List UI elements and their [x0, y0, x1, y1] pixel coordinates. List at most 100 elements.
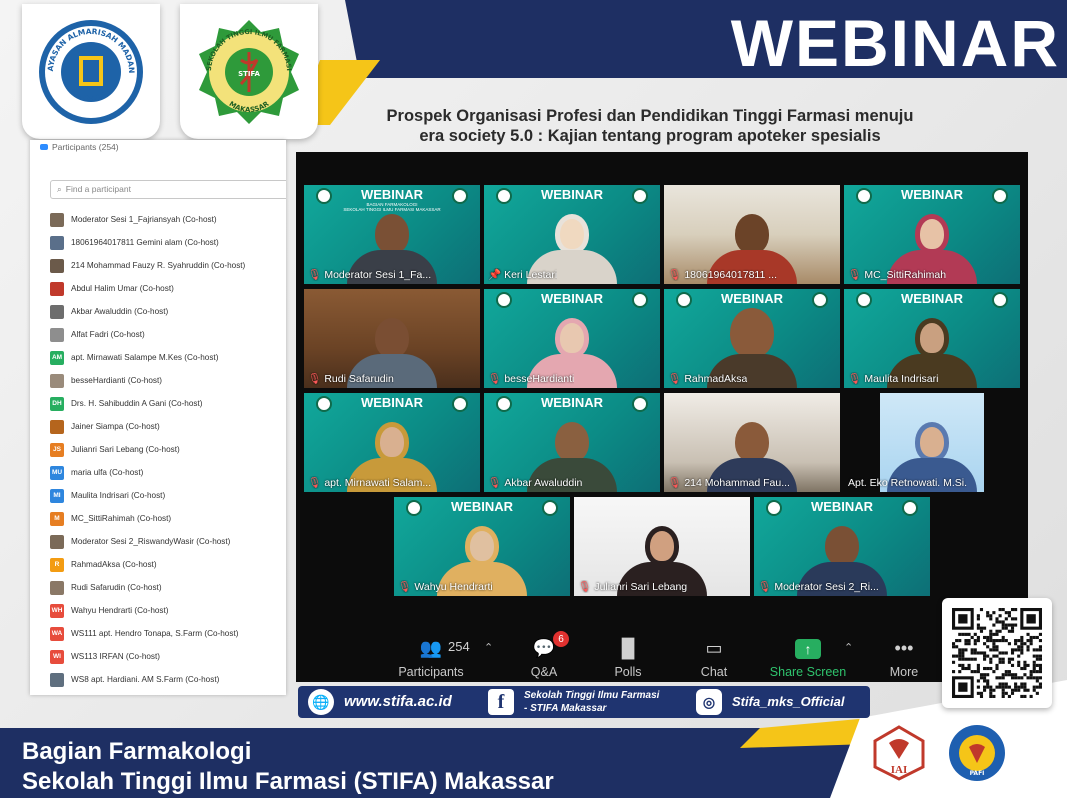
participant-avatar [50, 419, 64, 434]
video-tile-maulita-indrisari[interactable]: WEBINAR 🎙 Maulita Indrisari [844, 289, 1020, 388]
tile-name: apt. Mirnawati Salam... [324, 477, 432, 489]
participant-name: maria ulfa (Co-host) [71, 468, 144, 477]
participant-row[interactable]: 18061964017811 Gemini alam (Co-host) [50, 231, 286, 254]
participant-row[interactable]: M MC_SittiRahimah (Co-host) [50, 507, 286, 530]
tile-name-label: 🎙 Moderator Sesi 2_Ri... [758, 580, 879, 593]
video-tile-rahmadaksa[interactable]: WEBINAR 🎙 RahmadAksa [664, 289, 840, 388]
video-tile-mc-sittirahimah[interactable]: WEBINAR 🎙 MC_SittiRahimah [844, 185, 1020, 284]
banner-line2: SEKOLAH TINGGI ILMU FARMASI MAKASSAR [343, 207, 441, 212]
participant-row[interactable]: JS Julianri Sari Lebang (Co-host) [50, 438, 286, 461]
chat-button[interactable]: ▭ Chat [696, 635, 732, 679]
video-tile-moderator-2[interactable]: WEBINAR 🎙 Moderator Sesi 2_Ri... [754, 497, 930, 596]
participant-name: apt. Mirnawati Salampe M.Kes (Co-host) [71, 353, 219, 362]
participant-row[interactable]: DH Drs. H. Sahibuddin A Gani (Co-host) [50, 392, 286, 415]
participant-row[interactable]: 214 Mohammad Fauzy R. Syahruddin (Co-hos… [50, 254, 286, 277]
iai-logo: IAI [868, 722, 930, 784]
tile-name: Julianri Sari Lebang [594, 581, 688, 593]
participant-name: Rudi Safarudin (Co-host) [71, 583, 162, 592]
video-tile-rudi-safarudin[interactable]: 🎙 Rudi Safarudin [304, 289, 480, 388]
tile-name-label: 🎙 apt. Mirnawati Salam... [308, 476, 431, 489]
participant-row[interactable]: MI Maulita Indrisari (Co-host) [50, 484, 286, 507]
tile-name-label: 🎙 RahmadAksa [668, 372, 747, 385]
tile-name: 214 Mohammad Fau... [684, 477, 790, 489]
participant-name: 18061964017811 Gemini alam (Co-host) [71, 238, 219, 247]
participant-avatar: DH [50, 396, 64, 411]
video-tile-moderator-1[interactable]: WEBINAR BAGIAN FARMAKOLOGI SEKOLAH TINGGI… [304, 185, 480, 284]
participant-row[interactable]: Abdul Halim Umar (Co-host) [50, 277, 286, 300]
facebook-link[interactable]: Sekolah Tinggi Ilmu Farmasi - STIFA Maka… [524, 689, 659, 715]
video-tile-bessehardianti[interactable]: WEBINAR 🎙 besseHardianti [484, 289, 660, 388]
tile-name: 18061964017811 ... [684, 269, 777, 281]
participant-avatar [50, 580, 64, 595]
video-tile-eko-retnowati[interactable]: Apt. Eko Retnowati. M.Si. [844, 393, 1020, 492]
participant-name: Drs. H. Sahibuddin A Gani (Co-host) [71, 399, 203, 408]
polls-button-label: Polls [614, 665, 642, 679]
yayasan-emblem-icon: YAYASAN ALMARISAH MADANI MAKASSAR [35, 16, 143, 124]
participant-avatar [50, 281, 64, 296]
polls-button[interactable]: ▐▌ Polls [610, 635, 646, 679]
tile-name: Keri Lestari [504, 269, 558, 281]
share-screen-label: Share Screen [769, 665, 847, 679]
more-button-label: More [889, 665, 919, 679]
instagram-icon: ◎ [696, 689, 722, 715]
participant-avatar [50, 373, 64, 388]
participant-name: besseHardianti (Co-host) [71, 376, 163, 385]
mic-muted-icon: 🎙 [848, 269, 862, 281]
participant-avatar: AM [50, 350, 64, 365]
instagram-link[interactable]: Stifa_mks_Official [732, 694, 844, 709]
video-tile-keri-lestari[interactable]: WEBINAR 📌 Keri Lestari [484, 185, 660, 284]
video-tile-wahyu-hendrarti[interactable]: WEBINAR 🎙 Wahyu Hendrarti [394, 497, 570, 596]
stifa-logo: SEKOLAH TINGGI ILMU FARMASI STIFA MAKASS… [180, 4, 318, 139]
search-icon: ⌕ [57, 184, 62, 194]
find-participant-input[interactable]: ⌕ Find a participant [50, 180, 286, 199]
video-tile-mirnawati[interactable]: WEBINAR 🎙 apt. Mirnawati Salam... [304, 393, 480, 492]
mic-muted-icon: 🎙 [308, 269, 322, 281]
more-button[interactable]: ••• More [884, 635, 924, 679]
participant-row[interactable]: besseHardianti (Co-host) [50, 369, 286, 392]
share-screen-button[interactable]: ↑ Share Screen [768, 635, 848, 679]
participant-row[interactable]: WS8 apt. Hardiani. AM S.Farm (Co-host) [50, 668, 286, 691]
tile-name-label: 📌 Keri Lestari [488, 268, 557, 281]
qa-badge: 6 [553, 631, 569, 647]
video-tile-julianri[interactable]: 🎙 Julianri Sari Lebang [574, 497, 750, 596]
participant-row[interactable]: AM apt. Mirnawati Salampe M.Kes (Co-host) [50, 346, 286, 369]
participant-row[interactable]: Moderator Sesi 1_Fajriansyah (Co-host) [50, 208, 286, 231]
video-tile-akbar-awaluddin[interactable]: WEBINAR 🎙 Akbar Awaluddin [484, 393, 660, 492]
mic-muted-icon: 🎙 [488, 373, 502, 385]
participant-avatar [50, 672, 64, 687]
polls-icon: ▐▌ [615, 638, 641, 658]
video-tile-gemini-alam[interactable]: 🎙 18061964017811 ... [664, 185, 840, 284]
video-tile-mohammad-fauzy[interactable]: 🎙 214 Mohammad Fau... [664, 393, 840, 492]
tile-name-label: 🎙 Maulita Indrisari [848, 372, 938, 385]
participant-row[interactable]: WH Wahyu Hendrarti (Co-host) [50, 599, 286, 622]
chevron-up-icon[interactable]: ⌃ [484, 641, 493, 654]
tile-name: Moderator Sesi 2_Ri... [774, 581, 879, 593]
chevron-up-icon[interactable]: ⌃ [844, 641, 853, 654]
participant-row[interactable]: Jainer Siampa (Co-host) [50, 415, 286, 438]
participant-name: Jainer Siampa (Co-host) [71, 422, 160, 431]
qa-button-label: Q&A [530, 665, 558, 679]
participant-row[interactable]: Alfat Fadri (Co-host) [50, 323, 286, 346]
tile-name-label: 🎙 Wahyu Hendrarti [398, 580, 493, 593]
participant-row[interactable]: WA WS111 apt. Hendro Tonapa, S.Farm (Co-h… [50, 622, 286, 645]
participant-row[interactable]: Akbar Awaluddin (Co-host) [50, 300, 286, 323]
participant-row[interactable]: Rudi Safarudin (Co-host) [50, 576, 286, 599]
website-link[interactable]: www.stifa.ac.id [344, 693, 452, 710]
participant-name: Moderator Sesi 1_Fajriansyah (Co-host) [71, 215, 217, 224]
banner-word: WEBINAR [450, 499, 514, 514]
share-screen-icon: ↑ [768, 635, 848, 659]
facebook-line-1: Sekolah Tinggi Ilmu Farmasi [524, 690, 660, 701]
zoom-camera-icon [40, 144, 48, 150]
participant-name: Maulita Indrisari (Co-host) [71, 491, 166, 500]
participant-avatar [50, 212, 64, 227]
zoom-meeting-window: WEBINAR BAGIAN FARMAKOLOGI SEKOLAH TINGGI… [296, 152, 1028, 682]
participant-avatar: M [50, 511, 64, 526]
logo2-mid-text: STIFA [238, 70, 260, 78]
participants-button-label: Participants [398, 665, 464, 679]
participant-row[interactable]: MU maria ulfa (Co-host) [50, 461, 286, 484]
participant-row[interactable]: R RahmadAksa (Co-host) [50, 553, 286, 576]
tile-name: MC_SittiRahimah [864, 269, 947, 281]
participant-avatar: MU [50, 465, 64, 480]
participant-row[interactable]: Moderator Sesi 2_RiswandyWasir (Co-host) [50, 530, 286, 553]
participant-row[interactable]: WI WS113 IRFAN (Co-host) [50, 645, 286, 668]
